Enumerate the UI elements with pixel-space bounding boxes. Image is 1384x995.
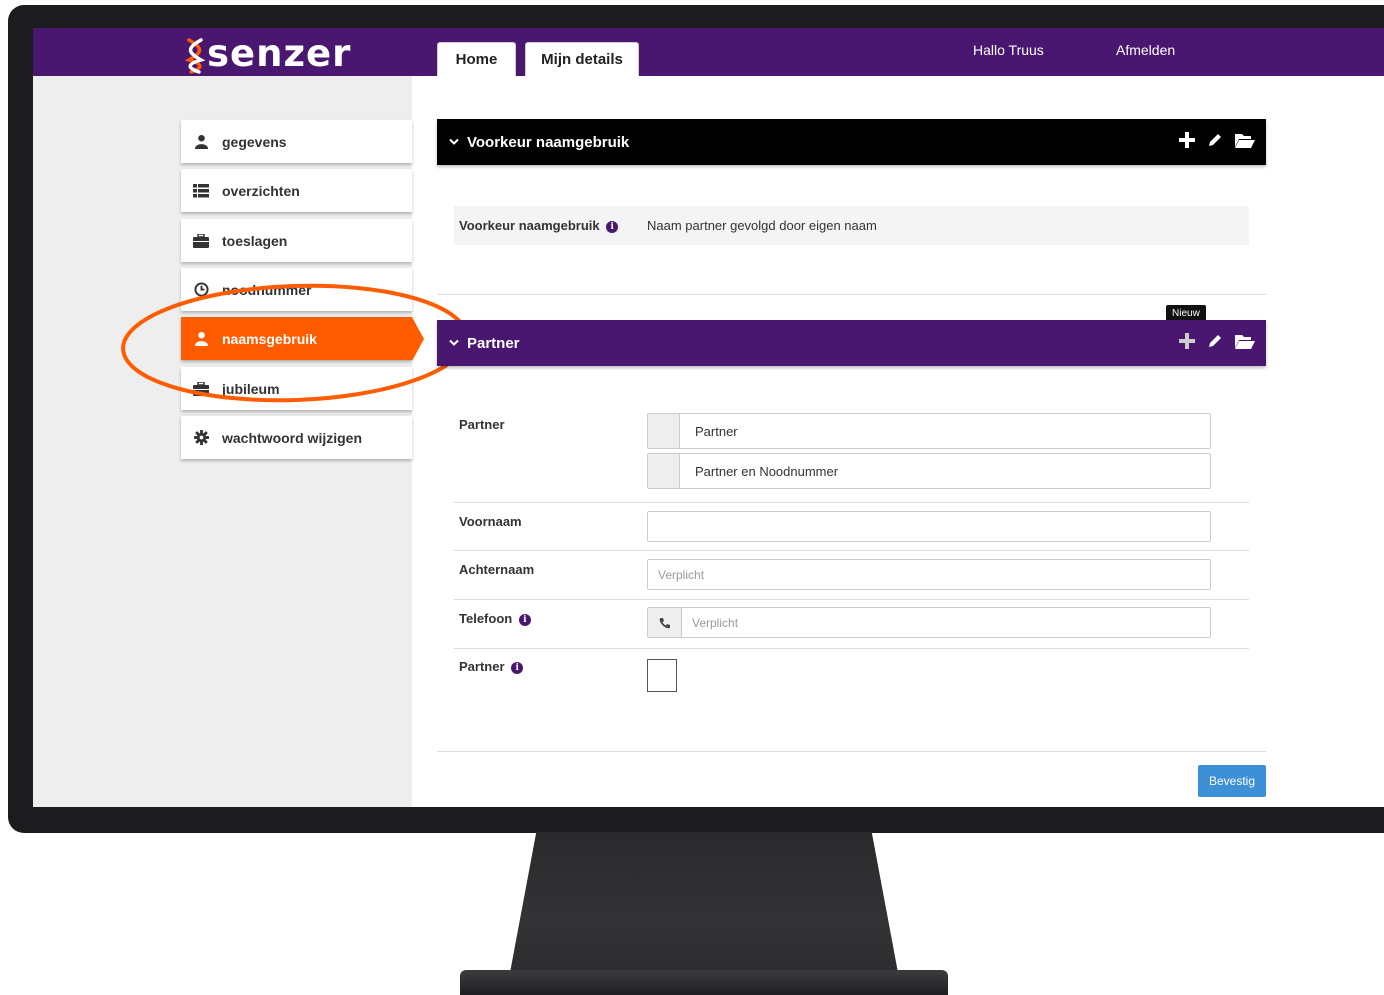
option-radio-addon[interactable] [648,414,680,448]
folder-open-icon[interactable] [1234,131,1256,153]
phone-icon [648,608,682,637]
voornaam-label: Voornaam [459,514,522,529]
plus-icon[interactable] [1178,332,1196,354]
monitor-stand-base [460,970,948,995]
info-icon[interactable]: i [606,221,619,233]
top-navigation-bar: senzer Home Mijn details Hallo Truus Afm… [33,28,1384,76]
senzer-logo-icon [185,37,206,74]
form-divider [454,648,1249,649]
partner-checkbox-label-wrap: Partner i [459,659,524,674]
telefoon-label: Telefoon [459,611,513,626]
panel-toolbar [1178,131,1256,153]
panel-header-partner[interactable]: Partner [437,320,1266,366]
highlight-ellipse-annotation [121,283,469,403]
achternaam-placeholder: Verplicht [658,567,705,582]
senzer-logo[interactable]: senzer [185,32,351,75]
app-screen: senzer Home Mijn details Hallo Truus Afm… [33,28,1384,807]
folder-open-icon[interactable] [1234,332,1256,354]
preference-info-row: Voorkeur naamgebruik i Naam partner gevo… [454,206,1249,245]
telefoon-label-wrap: Telefoon i [459,611,531,626]
confirm-button[interactable]: Bevestig [1198,765,1266,797]
logo-text: senzer [207,32,352,75]
form-divider [454,550,1249,551]
info-icon[interactable]: i [518,614,531,626]
partner-checkbox[interactable] [647,659,677,692]
achternaam-label: Achternaam [459,562,535,577]
sidebar-item-label: gegevens [222,133,287,150]
tab-home[interactable]: Home [437,42,516,76]
sidebar-item-label: toeslagen [222,232,288,249]
panel-header-voorkeur-naamgebruik[interactable]: Voorkeur naamgebruik [437,119,1266,165]
telefoon-placeholder: Verplicht [692,615,739,630]
sidebar-item-wachtwoord-wijzigen[interactable]: wachtwoord wijzigen [181,416,412,459]
voornaam-input[interactable] [647,511,1211,542]
form-divider [454,502,1249,503]
sidebar-item-label: wachtwoord wijzigen [222,429,363,446]
chevron-down-icon[interactable] [449,138,459,146]
section-divider [437,294,1266,295]
user-icon [193,134,209,150]
chevron-down-icon[interactable] [449,339,459,347]
sidebar-item-toeslagen[interactable]: toeslagen [181,219,412,262]
partner-label: Partner [459,417,505,432]
panel-title: Partner [467,334,520,352]
pencil-icon[interactable] [1206,332,1224,354]
greeting-text: Hallo Truus [973,42,1044,58]
gear-icon [193,430,209,446]
sidebar-item-gegevens[interactable]: gegevens [181,120,412,163]
form-divider [454,599,1249,600]
briefcase-icon [193,233,209,249]
option-radio-addon[interactable] [648,454,680,488]
partner-option-partner[interactable]: Partner [647,413,1211,449]
option-label: Partner en Noodnummer [695,463,839,479]
partner-checkbox-label: Partner [459,659,505,674]
info-icon[interactable]: i [511,662,524,674]
section-divider [437,751,1266,752]
list-icon [193,183,209,199]
preference-label-wrap: Voorkeur naamgebruik i [459,218,647,233]
option-label: Partner [695,423,738,439]
pencil-icon[interactable] [1206,131,1224,153]
preference-value: Naam partner gevolgd door eigen naam [647,218,877,233]
telefoon-input[interactable]: Verplicht [647,607,1211,638]
panel-title: Voorkeur naamgebruik [467,133,630,151]
monitor-stand-neck [509,832,899,978]
sidebar-item-label: overzichten [222,182,300,199]
preference-label: Voorkeur naamgebruik [459,218,600,233]
panel-toolbar [1178,332,1256,354]
logout-link[interactable]: Afmelden [1116,42,1175,58]
sidebar-item-overzichten[interactable]: overzichten [181,169,412,212]
partner-option-partner-en-noodnummer[interactable]: Partner en Noodnummer [647,453,1211,489]
tab-mijn-details[interactable]: Mijn details [525,42,639,76]
achternaam-input[interactable]: Verplicht [647,559,1211,590]
plus-icon[interactable] [1178,131,1196,153]
